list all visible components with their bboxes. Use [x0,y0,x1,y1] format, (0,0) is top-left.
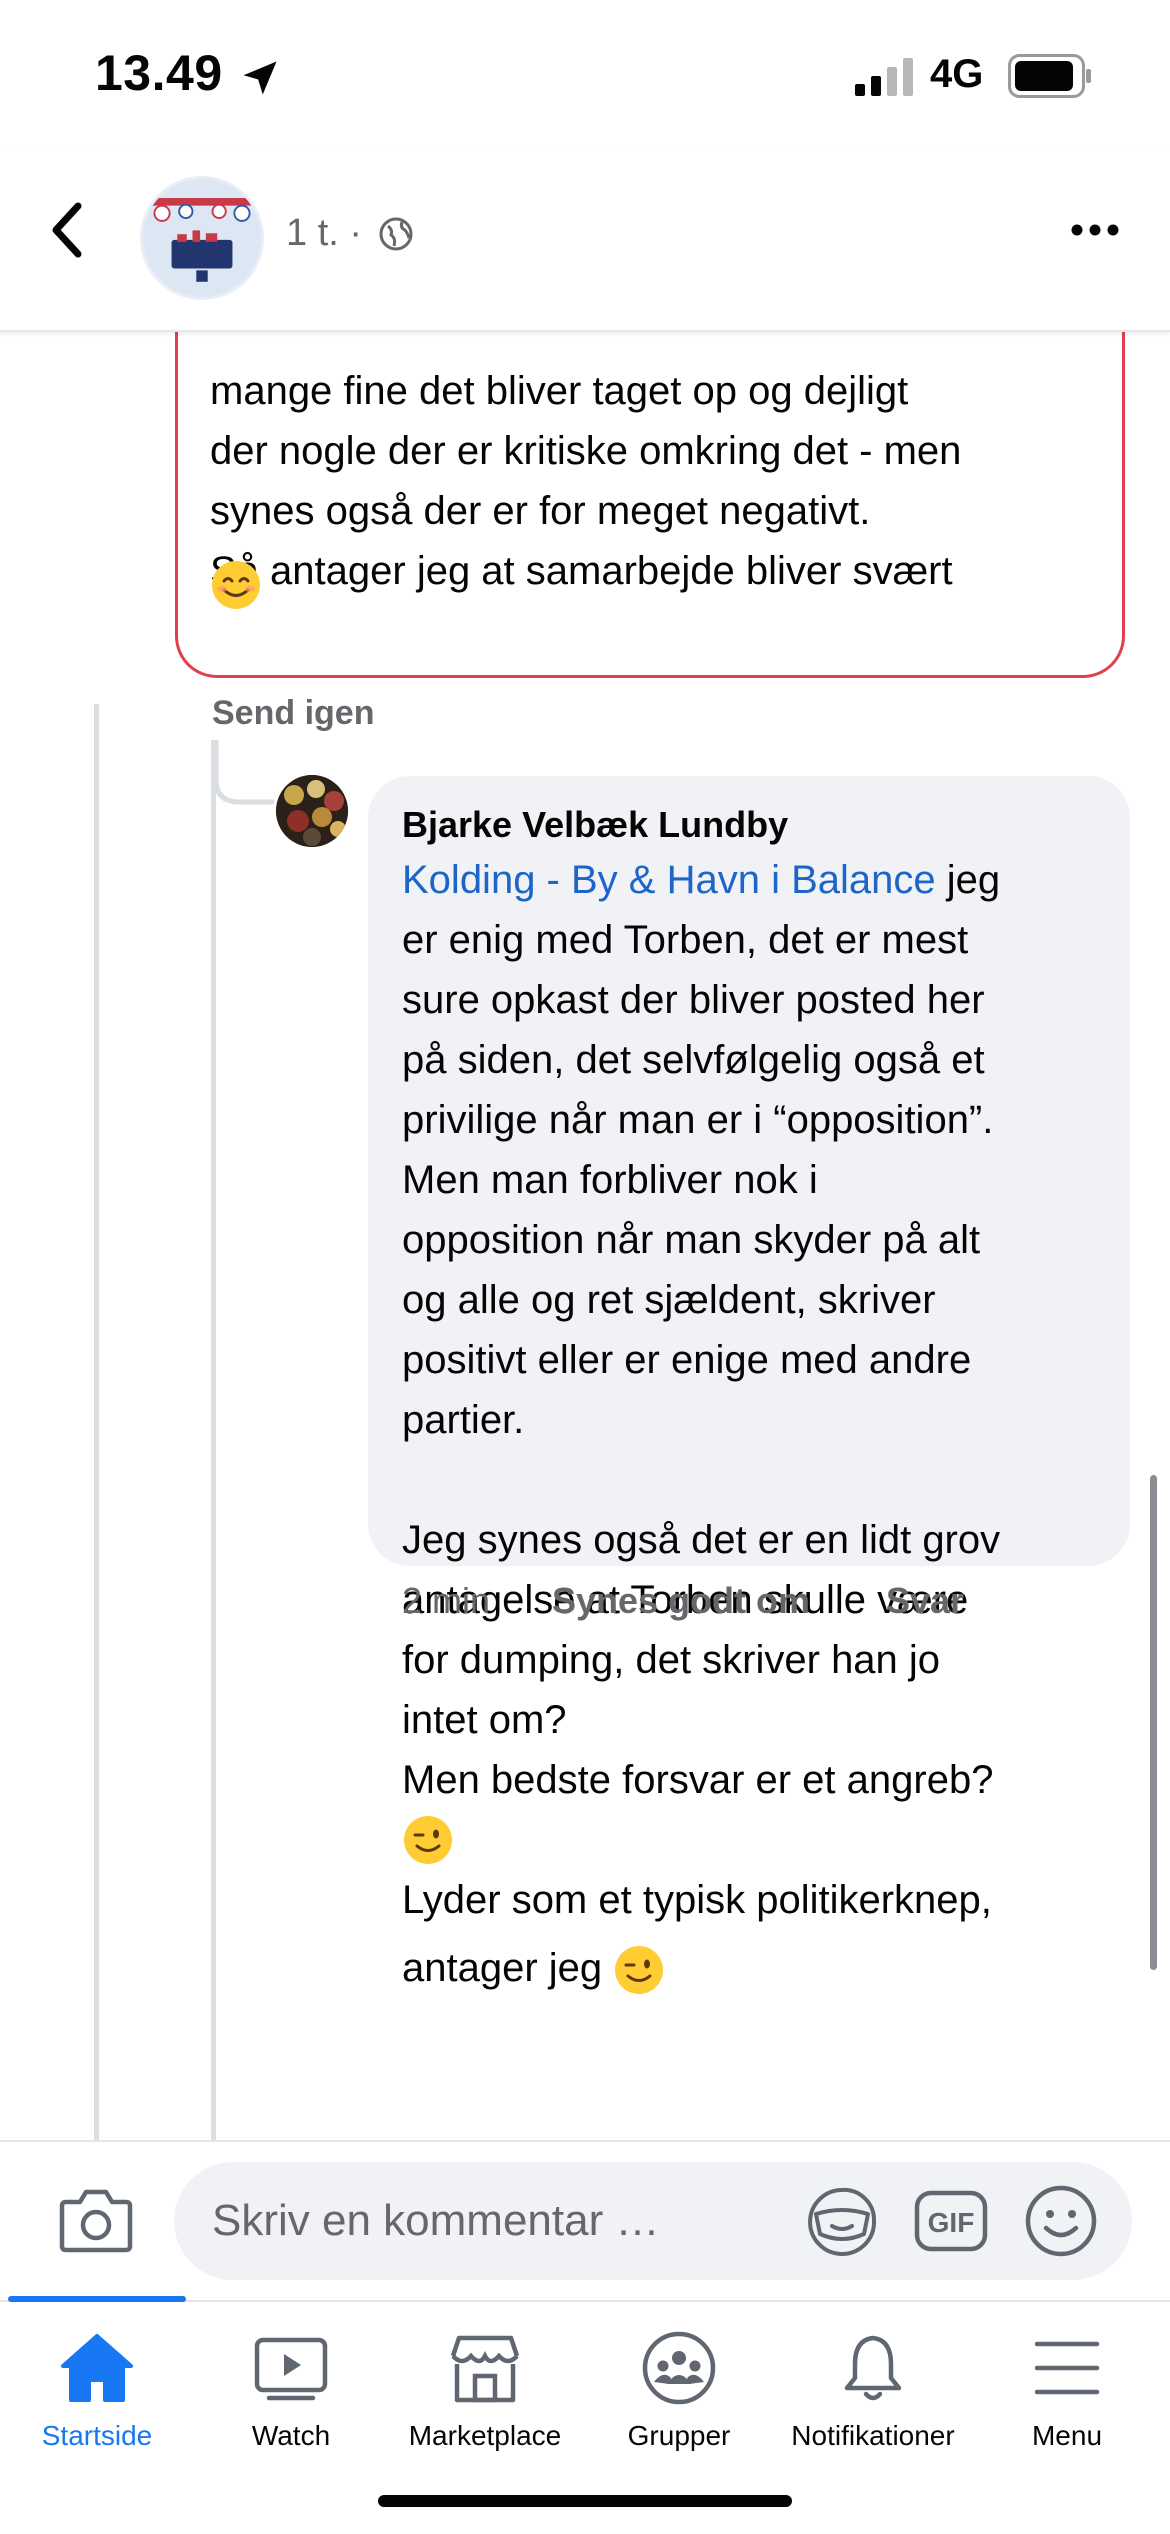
svg-text:GIF: GIF [928,2207,975,2238]
tab-watch[interactable]: Watch [194,2302,388,2462]
bottom-tab-bar: Startside Watch Marketplace Grupper Noti… [0,2296,1170,2534]
page-logo-icon [143,179,261,297]
failed-comment-bubble: mange fine det bliver taget op og dejlig… [175,330,1125,678]
back-chevron-icon[interactable] [48,200,88,260]
location-arrow-icon [243,61,277,95]
tab-label: Watch [251,2420,331,2451]
wink-emoji-row [402,1810,1100,1870]
camera-icon[interactable] [58,2186,134,2254]
scrollbar[interactable] [1150,1475,1157,1970]
tab-home[interactable]: Startside [0,2302,194,2462]
comment-thread[interactable]: mange fine det bliver taget op og dejlig… [0,330,1170,2140]
menu-icon [1034,2341,1100,2395]
comment-composer: GIF [0,2140,1170,2302]
clock: 13.49 [95,45,223,101]
sticker-icon[interactable] [804,2184,880,2260]
thread-line [211,740,216,2140]
gif-icon[interactable]: GIF [914,2190,988,2252]
cell-signal-icon [855,58,913,96]
smiling-emoji-icon [212,561,260,609]
home-icon [61,2334,133,2402]
winking-emoji-icon [615,1946,664,1995]
emoji-picker-icon[interactable] [1024,2184,1098,2258]
thread-connector [214,740,274,805]
tab-label: Grupper [627,2420,731,2451]
home-indicator[interactable] [378,2495,792,2507]
comment-text: Kolding - By & Havn i Balance jeg er eni… [402,850,1100,1810]
marketplace-icon [450,2335,520,2403]
comment-text-line-last: antager jeg [402,1938,1100,1998]
avatar[interactable] [276,775,348,847]
page-mention-link[interactable]: Kolding - By & Havn i Balance [402,858,936,902]
tab-label: Startside [41,2420,153,2451]
failed-comment-text: mange fine det bliver taget op og dejlig… [210,369,962,593]
tab-menu[interactable]: Menu [970,2302,1164,2462]
network-type: 4G [930,52,984,96]
tab-label: Menu [1031,2420,1103,2451]
comment-text-line: Lyder som et typisk politikerknep, [402,1878,992,1922]
winking-emoji-icon [404,1815,452,1864]
groups-icon [642,2331,716,2405]
tab-notifications[interactable]: Notifikationer [776,2302,970,2462]
comment-text-end: antager jeg [402,1946,614,1990]
post-header: 1 t. · [0,150,1170,332]
comment-box[interactable]: GIF [174,2162,1132,2280]
comment-author[interactable]: Bjarke Velbæk Lundby [402,800,1100,850]
tab-label: Marketplace [408,2420,562,2451]
more-options-icon[interactable] [1070,220,1120,240]
comment-input[interactable] [210,2190,774,2252]
tab-groups[interactable]: Grupper [582,2302,776,2462]
watch-icon [254,2337,328,2401]
battery-icon [1008,54,1091,98]
globe-icon [379,217,413,251]
tab-label: Notifikationer [791,2420,955,2451]
comment-time: 2 min [402,1580,491,1621]
thread-line [94,704,99,2140]
reply-comment-bubble[interactable]: Bjarke Velbæk Lundby Kolding - By & Havn… [368,776,1130,1995]
post-timestamp: 1 t. · [286,212,363,254]
avatar-photo-icon [276,775,348,847]
bell-icon [844,2335,902,2401]
page-avatar[interactable] [140,176,264,300]
like-button[interactable]: Synes godt om [552,1580,810,1622]
tab-marketplace[interactable]: Marketplace [388,2302,582,2462]
comment-text-body: jeg er enig med Torben, det er mest sure… [402,858,1001,1802]
reply-button[interactable]: Svar [886,1580,964,1622]
status-bar: 13.49 4G [0,0,1170,150]
